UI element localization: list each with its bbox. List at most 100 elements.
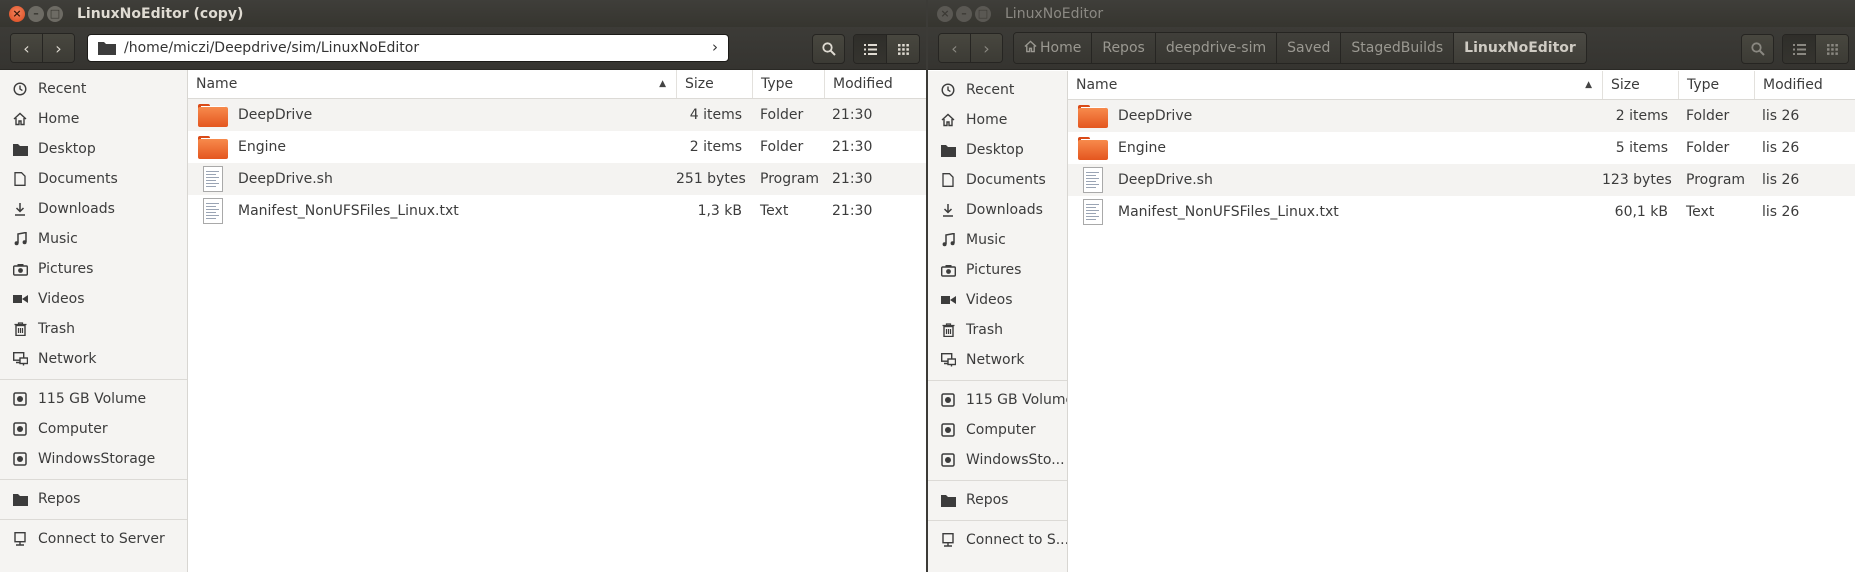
sidebar-separator (928, 520, 1067, 521)
sidebar-item-network[interactable]: Network (0, 344, 187, 374)
sidebar-device-item[interactable]: 115 GB Volume (0, 384, 187, 414)
sidebar-bookmark-item[interactable]: Repos (0, 484, 187, 514)
file-row[interactable]: Engine 2 items Folder 21:30 (188, 131, 926, 163)
column-size[interactable]: Size (676, 70, 752, 98)
sidebar-item-recent[interactable]: Recent (0, 74, 187, 104)
breadcrumb-item[interactable]: StagedBuilds (1340, 33, 1454, 63)
sidebar-item-home[interactable]: Home (928, 105, 1067, 135)
sidebar-item-label: Documents (38, 171, 118, 187)
list-view-button[interactable] (1783, 35, 1815, 63)
sidebar-item-downloads[interactable]: Downloads (0, 194, 187, 224)
back-button[interactable]: ‹ (939, 34, 970, 62)
document-icon (940, 172, 956, 188)
sidebar-item-videos[interactable]: Videos (0, 284, 187, 314)
file-row[interactable]: DeepDrive.sh 251 bytes Program 21:30 (188, 163, 926, 195)
folder-icon (940, 142, 956, 158)
sidebar-item-recent[interactable]: Recent (928, 75, 1067, 105)
sidebar-item-downloads[interactable]: Downloads (928, 195, 1067, 225)
file-type: Folder (1686, 140, 1730, 156)
file-type: Program (760, 171, 820, 187)
sidebar-item-pictures[interactable]: Pictures (0, 254, 187, 284)
breadcrumb-label: LinuxNoEditor (1464, 40, 1576, 56)
file-type: Folder (760, 139, 804, 155)
sidebar-item-label: Computer (966, 422, 1036, 438)
breadcrumb-item[interactable]: deepdrive-sim (1154, 33, 1277, 63)
file-row[interactable]: Manifest_NonUFSFiles_Linux.txt 60,1 kB Tex… (1068, 196, 1855, 228)
column-modified[interactable]: Modified (1754, 71, 1855, 99)
list-view-button[interactable] (854, 35, 886, 63)
file-name: Manifest_NonUFSFiles_Linux.txt (238, 203, 459, 219)
column-modified[interactable]: Modified (824, 70, 926, 98)
search-button[interactable] (1741, 34, 1774, 64)
folder-icon (12, 141, 28, 157)
minimize-button[interactable]: – (28, 5, 44, 22)
forward-button[interactable]: › (970, 34, 1002, 62)
sidebar-item-videos[interactable]: Videos (928, 285, 1067, 315)
sidebar-bookmark-item[interactable]: Repos (928, 485, 1067, 515)
connect-server-icon (940, 532, 956, 548)
sidebar-item-trash[interactable]: Trash (928, 315, 1067, 345)
grid-view-button[interactable] (1815, 35, 1848, 63)
sidebar-item-music[interactable]: Music (928, 225, 1067, 255)
file-row[interactable]: DeepDrive 2 items Folder lis 26 (1068, 100, 1855, 132)
file-type: Folder (1686, 108, 1730, 124)
breadcrumb-item[interactable]: LinuxNoEditor (1453, 33, 1586, 63)
sidebar-item-desktop[interactable]: Desktop (928, 135, 1067, 165)
sidebar-item-documents[interactable]: Documents (928, 165, 1067, 195)
sidebar-item-trash[interactable]: Trash (0, 314, 187, 344)
sidebar-item-connect-to-server[interactable]: Connect to S... (928, 525, 1067, 555)
column-name[interactable]: Name ▲ (188, 70, 676, 98)
breadcrumb-label: deepdrive-sim (1165, 40, 1267, 56)
maximize-button[interactable]: □ (975, 5, 991, 22)
column-label: Type (1687, 77, 1720, 93)
sidebar-device-item[interactable]: Computer (0, 414, 187, 444)
sidebar-item-network[interactable]: Network (928, 345, 1067, 375)
close-button[interactable]: × (9, 5, 25, 22)
sidebar-item-pictures[interactable]: Pictures (928, 255, 1067, 285)
sidebar-device-item[interactable]: WindowsSto... (928, 445, 1067, 475)
search-button[interactable] (812, 34, 845, 64)
network-icon (940, 352, 956, 368)
sidebar-item-label: Repos (966, 492, 1009, 508)
grid-view-button[interactable] (886, 35, 919, 63)
sidebar-item-label: WindowsSto... (966, 452, 1065, 468)
sidebar-item-home[interactable]: Home (0, 104, 187, 134)
titlebar: × – □ LinuxNoEditor (928, 0, 1855, 27)
sidebar-item-label: Connect to Server (38, 531, 165, 547)
minimize-button[interactable]: – (956, 5, 972, 22)
sidebar-separator (0, 479, 187, 480)
sidebar-device-item[interactable]: Computer (928, 415, 1067, 445)
close-button[interactable]: × (937, 5, 953, 22)
file-row[interactable]: Manifest_NonUFSFiles_Linux.txt 1,3 kB Text… (188, 195, 926, 227)
file-name-cell: DeepDrive (188, 102, 676, 128)
sidebar-item-desktop[interactable]: Desktop (0, 134, 187, 164)
breadcrumb: Home Repos deepdrive-sim Saved StagedBuilds L… (1013, 32, 1587, 64)
file-row[interactable]: DeepDrive 4 items Folder 21:30 (188, 99, 926, 131)
breadcrumb-item[interactable]: Saved (1276, 33, 1341, 63)
column-type[interactable]: Type (1678, 71, 1754, 99)
folder-icon (98, 41, 116, 55)
column-size[interactable]: Size (1602, 71, 1678, 99)
column-type[interactable]: Type (752, 70, 824, 98)
back-button[interactable]: ‹ (11, 34, 42, 62)
file-row[interactable]: Engine 5 items Folder lis 26 (1068, 132, 1855, 164)
sort-ascending-icon: ▲ (1585, 80, 1592, 90)
breadcrumb-item[interactable]: Home (1014, 33, 1092, 63)
sidebar-device-item[interactable]: WindowsStorage (0, 444, 187, 474)
column-name[interactable]: Name ▲ (1068, 71, 1602, 99)
sidebar-separator (928, 380, 1067, 381)
sidebar-item-label: Network (966, 352, 1025, 368)
forward-button[interactable]: › (42, 34, 74, 62)
document-icon (12, 171, 28, 187)
window-title: LinuxNoEditor (copy) (77, 5, 244, 22)
file-row[interactable]: DeepDrive.sh 123 bytes Program lis 26 (1068, 164, 1855, 196)
sidebar-item-label: Repos (38, 491, 81, 507)
location-entry[interactable]: /home/miczi/Deepdrive/sim/LinuxNoEditor … (87, 34, 729, 62)
breadcrumb-item[interactable]: Repos (1091, 33, 1155, 63)
sidebar-item-documents[interactable]: Documents (0, 164, 187, 194)
sidebar-device-item[interactable]: 115 GB Volume (928, 385, 1067, 415)
sidebar-item-music[interactable]: Music (0, 224, 187, 254)
maximize-button[interactable]: □ (47, 5, 63, 22)
sidebar-item-connect-to-server[interactable]: Connect to Server (0, 524, 187, 554)
go-arrow-icon[interactable]: › (712, 38, 718, 56)
